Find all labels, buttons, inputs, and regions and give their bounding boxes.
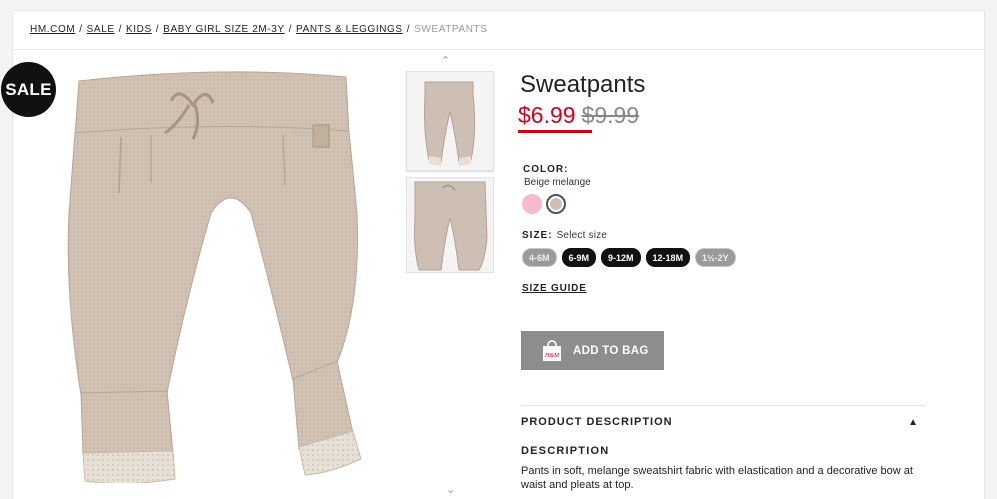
size-row: SIZE: Select size [522,230,607,241]
shopping-bag-icon: H&M [543,339,561,361]
breadcrumb-item-sale[interactable]: SALE [87,24,115,35]
size-option-12-18m[interactable]: 12-18M [645,248,691,267]
add-to-bag-button[interactable]: H&M ADD TO BAG [521,331,664,370]
size-options: 4-6M 6-9M 9-12M 12-18M 1½-2Y [522,248,736,267]
color-swatch-pink[interactable] [522,194,542,214]
chevron-up-icon[interactable]: ⌃ [441,54,450,67]
caret-up-icon: ▲ [908,416,919,428]
size-option-6-9m[interactable]: 6-9M [561,248,597,267]
size-label: SIZE: [522,230,553,241]
chevron-down-icon[interactable]: ⌄ [446,483,455,496]
product-page: HM.COM / SALE / KIDS / BABY GIRL SIZE 2M-3Y / PA… [1,10,985,499]
product-description-header: PRODUCT DESCRIPTION [521,416,673,428]
sale-badge: SALE [1,62,56,117]
product-title: Sweatpants [520,71,646,98]
original-price: $9.99 [581,102,640,128]
breadcrumb-item-kids[interactable]: KIDS [126,24,152,35]
add-to-bag-label: ADD TO BAG [573,344,649,357]
header-divider [13,49,984,50]
sale-price: $6.99 [518,102,576,128]
color-label: COLOR: [523,164,569,175]
breadcrumb: HM.COM / SALE / KIDS / BABY GIRL SIZE 2M-3Y / PA… [30,24,488,35]
description-text: Pants in soft, melange sweatshirt fabric… [521,465,913,491]
breadcrumb-item-hm[interactable]: HM.COM [30,24,75,35]
size-guide-link[interactable]: SIZE GUIDE [522,283,587,294]
size-prompt: Select size [556,230,608,241]
thumbnail-1[interactable] [406,71,494,171]
size-option-4-6m[interactable]: 4-6M [522,248,557,267]
color-swatch-beige[interactable] [546,194,566,214]
breadcrumb-current: SWEATPANTS [414,24,488,35]
product-main-image[interactable] [61,63,381,483]
description-title: DESCRIPTION [521,445,610,457]
product-description-toggle[interactable]: PRODUCT DESCRIPTION ▲ [521,416,919,428]
size-option-1-5-2y[interactable]: 1½-2Y [695,248,736,267]
breadcrumb-item-baby-girl[interactable]: BABY GIRL SIZE 2M-3Y [163,24,284,35]
price-underline [518,130,592,133]
thumbnail-2[interactable] [406,177,494,273]
size-option-9-12m[interactable]: 9-12M [601,248,641,267]
svg-text:H&M: H&M [544,353,560,359]
selected-color-name: Beige melange [524,177,591,188]
product-price: $6.99 $9.99 [518,102,639,129]
breadcrumb-item-pants[interactable]: PANTS & LEGGINGS [296,24,403,35]
description-divider [521,405,926,406]
